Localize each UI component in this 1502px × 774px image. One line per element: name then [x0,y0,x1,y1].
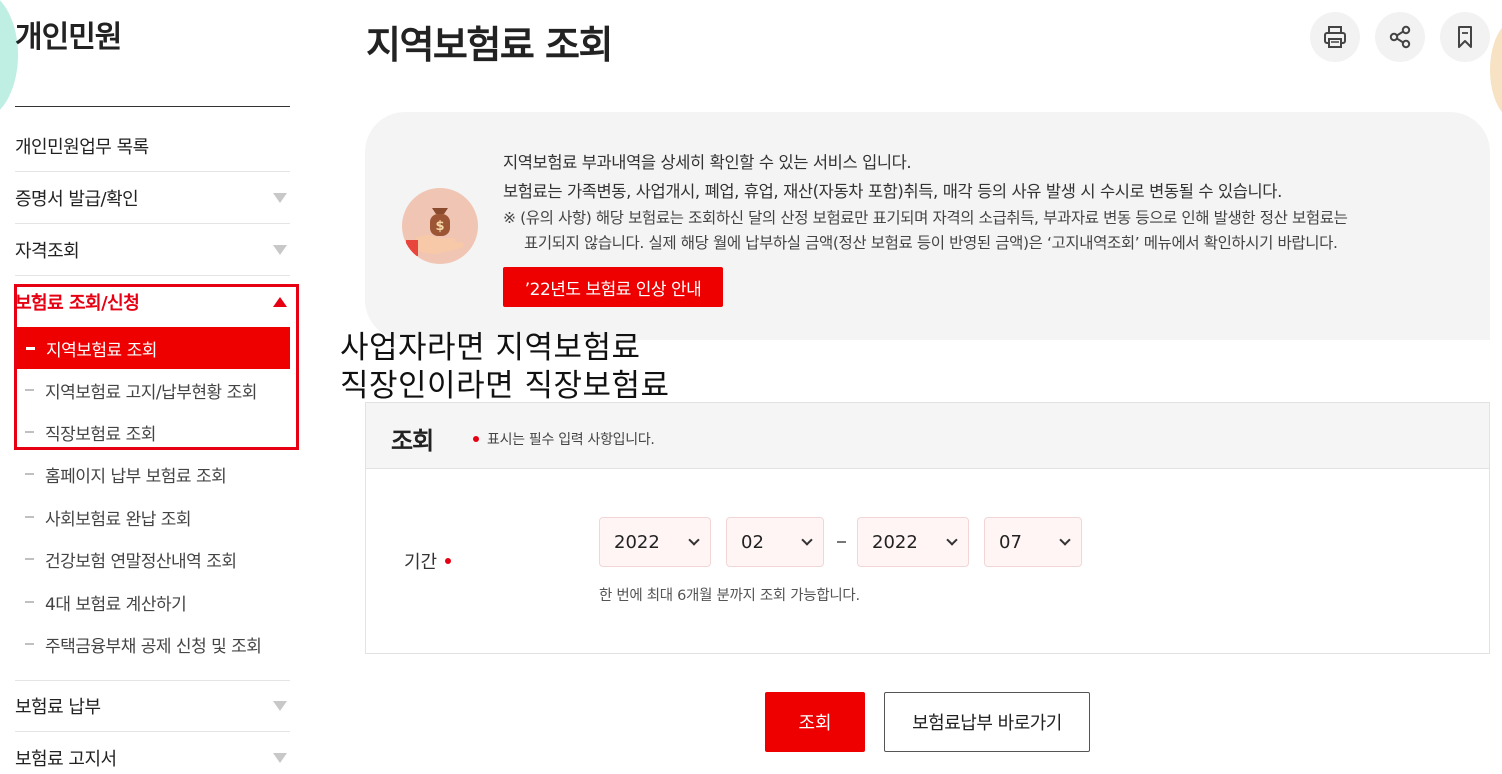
sidebar-item-label: 보험료 고지서 [15,748,117,770]
sub-item-label: 지역보험료 조회 [46,340,157,361]
payment-shortcut-button[interactable]: 보험료납부 바로가기 [884,692,1090,752]
sub-item-workplace-premium[interactable]: 직장보험료 조회 [25,411,156,453]
premium-increase-notice-button[interactable]: ’22년도 보험료 인상 안내 [503,267,723,307]
sub-item-premium-calculator[interactable]: 4대 보험료 계산하기 [25,581,187,623]
annotation-line-2: 직장인이라면 직장보험료 [340,368,670,404]
bookmark-icon [1458,26,1472,48]
sub-item-label: 지역보험료 고지/납부현황 조회 [45,382,257,403]
bullet-dash-icon [25,389,34,391]
sidebar-item-premium-notice[interactable]: 보험료 고지서 [15,732,290,774]
to-month-value: 07 [999,531,1022,553]
sub-item-label: 4대 보험료 계산하기 [45,594,187,615]
chevron-down-icon [688,533,700,546]
from-year-select[interactable]: 2022 [599,517,711,567]
caret-down-icon [273,701,287,711]
sub-item-full-payment[interactable]: 사회보험료 완납 조회 [25,496,192,538]
search-button[interactable]: 조회 [765,692,865,752]
caret-up-icon [273,297,287,307]
search-panel-title: 조회 [391,427,434,455]
sub-item-label: 직장보험료 조회 [45,424,156,445]
search-panel-header: 조회 표시는 필수 입력 사항입니다. [366,403,1489,469]
money-bag-hand-icon: $ [402,188,478,264]
sub-item-label: 건강보험 연말정산내역 조회 [45,551,237,572]
sidebar-item-premium-inquiry[interactable]: 보험료 조회/신청 [15,276,290,328]
from-month-select[interactable]: 02 [726,517,824,567]
share-button[interactable] [1375,12,1425,62]
bullet-dash-icon [26,346,35,350]
info-line-1: 지역보험료 부과내역을 상세히 확인할 수 있는 서비스 입니다. [503,153,912,172]
page-title: 지역보험료 조회 [366,23,613,67]
sidebar-item-label: 개인민원업무 목록 [15,136,149,158]
decorative-circle-right [1490,20,1502,120]
bullet-dash-icon [25,601,34,603]
sub-item-label: 주택금융부채 공제 신청 및 조회 [45,636,262,657]
search-panel: 조회 표시는 필수 입력 사항입니다. 기간 2022 02 2022 07 한… [365,402,1490,654]
bullet-dash-icon [25,643,34,645]
bullet-dash-icon [25,516,34,518]
range-separator [837,541,846,543]
period-label: 기간 [404,548,452,574]
bullet-dash-icon [25,431,34,433]
sidebar-item-certificates[interactable]: 증명서 발급/확인 [15,172,290,224]
period-help-text: 한 번에 최대 6개월 분까지 조회 가능합니다. [599,588,860,604]
chevron-down-icon [801,533,813,546]
sidebar-item-label: 보험료 납부 [15,697,101,718]
chevron-down-icon [1059,533,1071,546]
to-year-value: 2022 [872,531,918,553]
sub-item-regional-billing[interactable]: 지역보험료 고지/납부현황 조회 [25,369,257,411]
info-line-2: 보험료는 가족변동, 사업개시, 폐업, 휴업, 재산(자동차 포함)취득, 매… [503,182,1282,201]
sub-item-regional-premium[interactable]: 지역보험료 조회 [17,327,290,369]
caret-down-icon [273,192,287,203]
info-note-2: 표기되지 않습니다. 실제 해당 월에 납부하실 금액(정산 보험료 등이 반영… [524,234,1338,252]
sub-item-year-end-settlement[interactable]: 건강보험 연말정산내역 조회 [25,538,237,580]
sidebar-item-personal-list[interactable]: 개인민원업무 목록 [15,120,290,172]
required-note-text: 표시는 필수 입력 사항입니다. [487,432,655,448]
chevron-down-icon [946,533,958,546]
sub-item-label: 홈페이지 납부 보험료 조회 [45,466,227,487]
sidebar-divider [15,106,290,107]
info-note-1: ※ (유의 사항) 해당 보험료는 조회하신 달의 산정 보험료만 표기되며 자… [503,209,1348,227]
caret-down-icon [273,752,287,763]
print-button[interactable] [1310,12,1360,62]
to-year-select[interactable]: 2022 [857,517,969,567]
share-icon [1389,25,1411,49]
from-month-value: 02 [741,531,764,553]
caret-down-icon [273,244,287,255]
required-dot-icon [473,436,479,442]
bookmark-button[interactable] [1440,12,1490,62]
sub-item-homepage-payment[interactable]: 홈페이지 납부 보험료 조회 [25,453,227,495]
sidebar-item-premium-payment[interactable]: 보험료 납부 [15,680,290,732]
sidebar-item-label: 보험료 조회/신청 [15,293,140,314]
sub-item-housing-debt[interactable]: 주택금융부채 공제 신청 및 조회 [25,623,262,665]
bullet-dash-icon [25,558,34,560]
bullet-dash-icon [25,473,34,475]
print-icon [1324,26,1346,48]
required-note: 표시는 필수 입력 사항입니다. [473,429,655,449]
svg-text:$: $ [435,219,444,234]
sub-item-label: 사회보험료 완납 조회 [45,509,192,530]
required-dot-icon [445,558,452,564]
sidebar-title: 개인민원 [15,20,122,55]
period-label-text: 기간 [404,552,438,573]
sidebar-item-label: 자격조회 [15,240,80,262]
from-year-value: 2022 [614,531,660,553]
sidebar-item-label: 증명서 발급/확인 [15,188,139,210]
to-month-select[interactable]: 07 [984,517,1082,567]
sidebar-item-qualification[interactable]: 자격조회 [15,224,290,276]
